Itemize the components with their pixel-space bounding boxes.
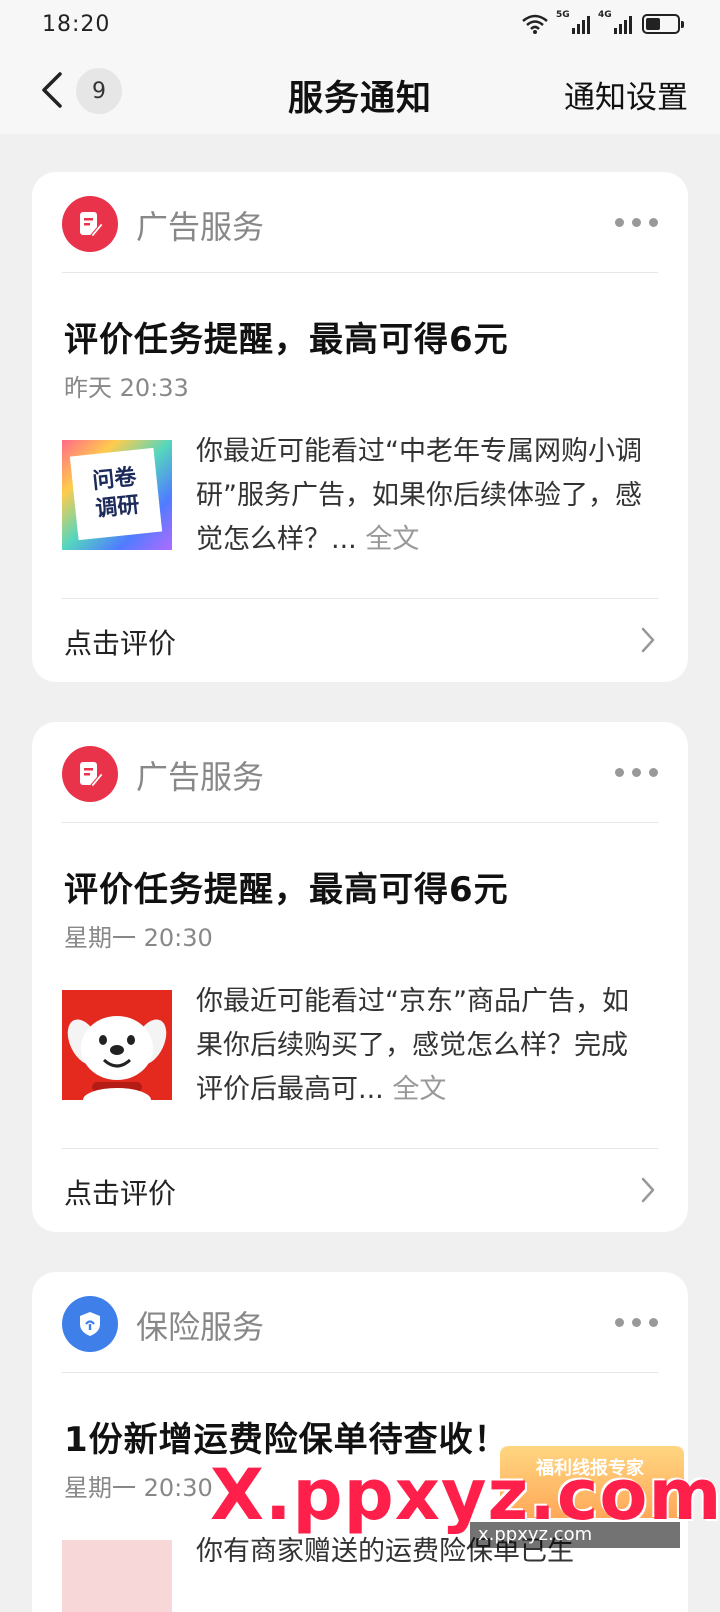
shield-icon	[62, 1296, 118, 1352]
more-icon[interactable]	[615, 218, 658, 227]
status-bar: 18:20 5G 4G	[0, 0, 720, 48]
more-icon[interactable]	[615, 1318, 658, 1327]
full-text-link[interactable]: 全文	[365, 524, 419, 555]
signal-label: 4G	[598, 10, 612, 20]
header: 9 服务通知 通知设置	[0, 48, 720, 134]
notification-card: 广告服务 评价任务提醒，最高可得6元 星期一 20:30 你最近可能看过“京东”…	[32, 722, 688, 1232]
card-header: 保险服务	[32, 1272, 688, 1372]
survey-thumbnail: 问卷 调研	[62, 440, 172, 550]
service-name: 保险服务	[136, 1308, 265, 1346]
chevron-right-icon[interactable]	[638, 626, 658, 654]
thumbnail-text: 调研	[94, 492, 141, 523]
notification-time: 昨天 20:33	[64, 374, 189, 402]
more-icon[interactable]	[615, 768, 658, 777]
document-pen-icon	[62, 746, 118, 802]
service-name: 广告服务	[136, 208, 265, 246]
divider	[62, 822, 658, 823]
status-icons: 5G 4G	[522, 10, 684, 34]
status-time: 18:20	[42, 11, 111, 37]
divider	[62, 598, 658, 599]
notification-title: 评价任务提醒，最高可得6元	[64, 320, 509, 360]
signal-icon: 5G	[556, 10, 590, 34]
notification-card: 保险服务 1份新增运费险保单待查收！ 星期一 20:30 你有商家赠送的运费险保…	[32, 1272, 688, 1612]
notification-time: 星期一 20:30	[64, 1474, 213, 1502]
service-name: 广告服务	[136, 758, 265, 796]
notification-body[interactable]: 你最近可能看过“中老年专属网购小调研”服务广告，如果你后续体验了，感觉怎么样？.…	[196, 430, 642, 562]
jd-dog-thumbnail	[62, 990, 172, 1100]
divider	[62, 1148, 658, 1149]
rate-button[interactable]: 点击评价	[64, 622, 176, 662]
card-header: 广告服务	[32, 722, 688, 822]
notification-settings-button[interactable]: 通知设置	[564, 72, 688, 117]
divider	[62, 1372, 658, 1373]
full-text-link[interactable]: 全文	[392, 1074, 446, 1105]
battery-icon	[642, 14, 684, 34]
divider	[62, 272, 658, 273]
chevron-right-icon[interactable]	[638, 1176, 658, 1204]
notification-title: 评价任务提醒，最高可得6元	[64, 870, 509, 910]
rate-button[interactable]: 点击评价	[64, 1172, 176, 1212]
notification-body[interactable]: 你最近可能看过“京东”商品广告，如果你后续购买了，感觉怎么样？完成评价后最高可.…	[196, 980, 642, 1112]
insurance-thumbnail	[62, 1540, 172, 1612]
notification-time: 星期一 20:30	[64, 924, 213, 952]
card-header: 广告服务	[32, 172, 688, 272]
watermark-url: x.ppxyz.com	[470, 1522, 680, 1548]
wifi-icon	[522, 14, 548, 34]
document-pen-icon	[62, 196, 118, 252]
signal-icon: 4G	[598, 10, 632, 34]
signal-label: 5G	[556, 10, 570, 20]
notification-card: 广告服务 评价任务提醒，最高可得6元 昨天 20:33 问卷 调研 你最近可能看…	[32, 172, 688, 682]
